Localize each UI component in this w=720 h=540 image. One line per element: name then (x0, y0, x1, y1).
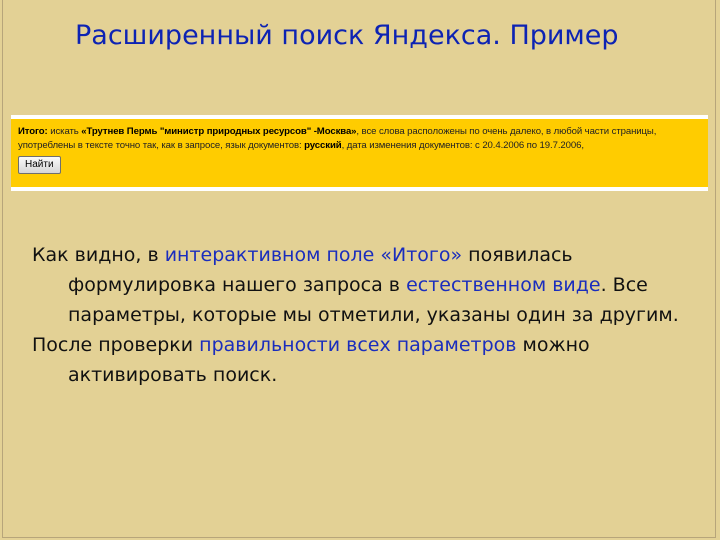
p1-highlight-interactive-field: интерактивном поле «Итого» (164, 244, 463, 266)
body-text: Как видно, в интерактивном поле «Итого» … (32, 240, 692, 390)
paragraph-2: После проверки правильности всех парамет… (32, 330, 692, 390)
paragraph-1: Как видно, в интерактивном поле «Итого» … (32, 240, 692, 330)
slide-title: Расширенный поиск Яндекса. Пример (75, 20, 619, 51)
summary-query: «Трутнев Пермь "министр природных ресурс… (81, 126, 357, 137)
p2-text-a: После проверки (32, 334, 200, 356)
find-button[interactable]: Найти (18, 156, 61, 174)
search-summary-text: Итого: искать «Трутнев Пермь "министр пр… (18, 125, 701, 153)
search-summary-panel: Итого: искать «Трутнев Пермь "министр пр… (11, 119, 708, 187)
summary-post: , дата изменения документов: с 20.4.2006… (341, 140, 584, 151)
summary-language: русский (304, 140, 342, 151)
p1-text-a: Как видно, в (32, 244, 165, 266)
search-summary-screenshot: Итого: искать «Трутнев Пермь "министр пр… (11, 115, 708, 191)
p1-highlight-natural-form: естественном виде (406, 274, 601, 296)
summary-pre: искать (47, 126, 82, 137)
summary-label: Итого: (18, 126, 48, 137)
p2-highlight-parameters: правильности всех параметров (199, 334, 517, 356)
